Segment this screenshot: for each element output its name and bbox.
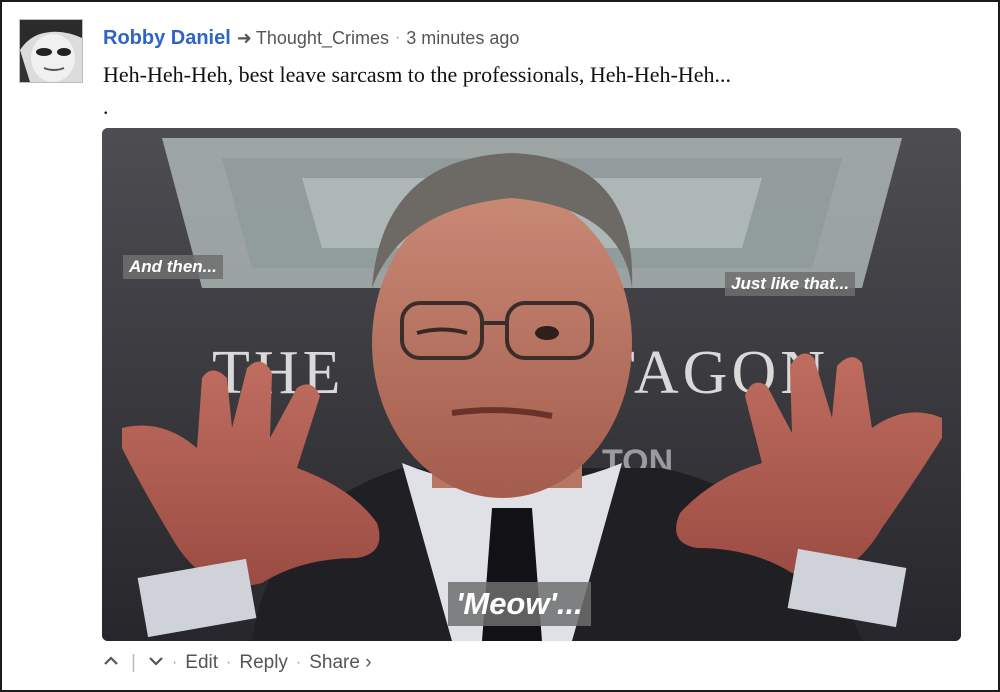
caption-top-left: And then... (123, 255, 223, 279)
comment-header: Robby Daniel ➜ Thought_Crimes · 3 minute… (103, 25, 519, 51)
reply-to-link[interactable]: Thought_Crimes (256, 28, 389, 49)
chevron-down-icon[interactable] (148, 654, 164, 672)
action-separator: · (226, 654, 232, 671)
timestamp-link[interactable]: 3 minutes ago (406, 28, 519, 49)
action-separator: · (295, 654, 302, 671)
reply-button[interactable]: Reply (239, 652, 288, 674)
caption-bottom: 'Meow'... (448, 582, 591, 626)
comment-text: Heh-Heh-Heh, best leave sarcasm to the p… (103, 62, 731, 87)
share-button[interactable]: Share › (309, 652, 371, 674)
avatar[interactable] (19, 19, 83, 83)
vote-divider: | (131, 652, 136, 673)
action-separator: · (171, 654, 178, 671)
meme-photo: THE TAGON TON (102, 128, 961, 641)
meta-separator: · (394, 29, 401, 46)
svg-text:THE: THE (212, 339, 345, 407)
edit-button[interactable]: Edit (185, 652, 218, 674)
caption-top-right: Just like that... (725, 272, 856, 296)
chevron-up-icon[interactable] (103, 654, 119, 672)
comment-image[interactable]: THE TAGON TON And then... Just like that… (102, 128, 961, 641)
author-name-link[interactable]: Robby Daniel (103, 27, 231, 50)
comment-actions: | · Edit · Reply · Share › (103, 651, 372, 675)
reply-arrow-icon: ➜ (236, 27, 252, 48)
avatar-image (20, 20, 82, 82)
comment-trailing-period: . (103, 94, 109, 119)
